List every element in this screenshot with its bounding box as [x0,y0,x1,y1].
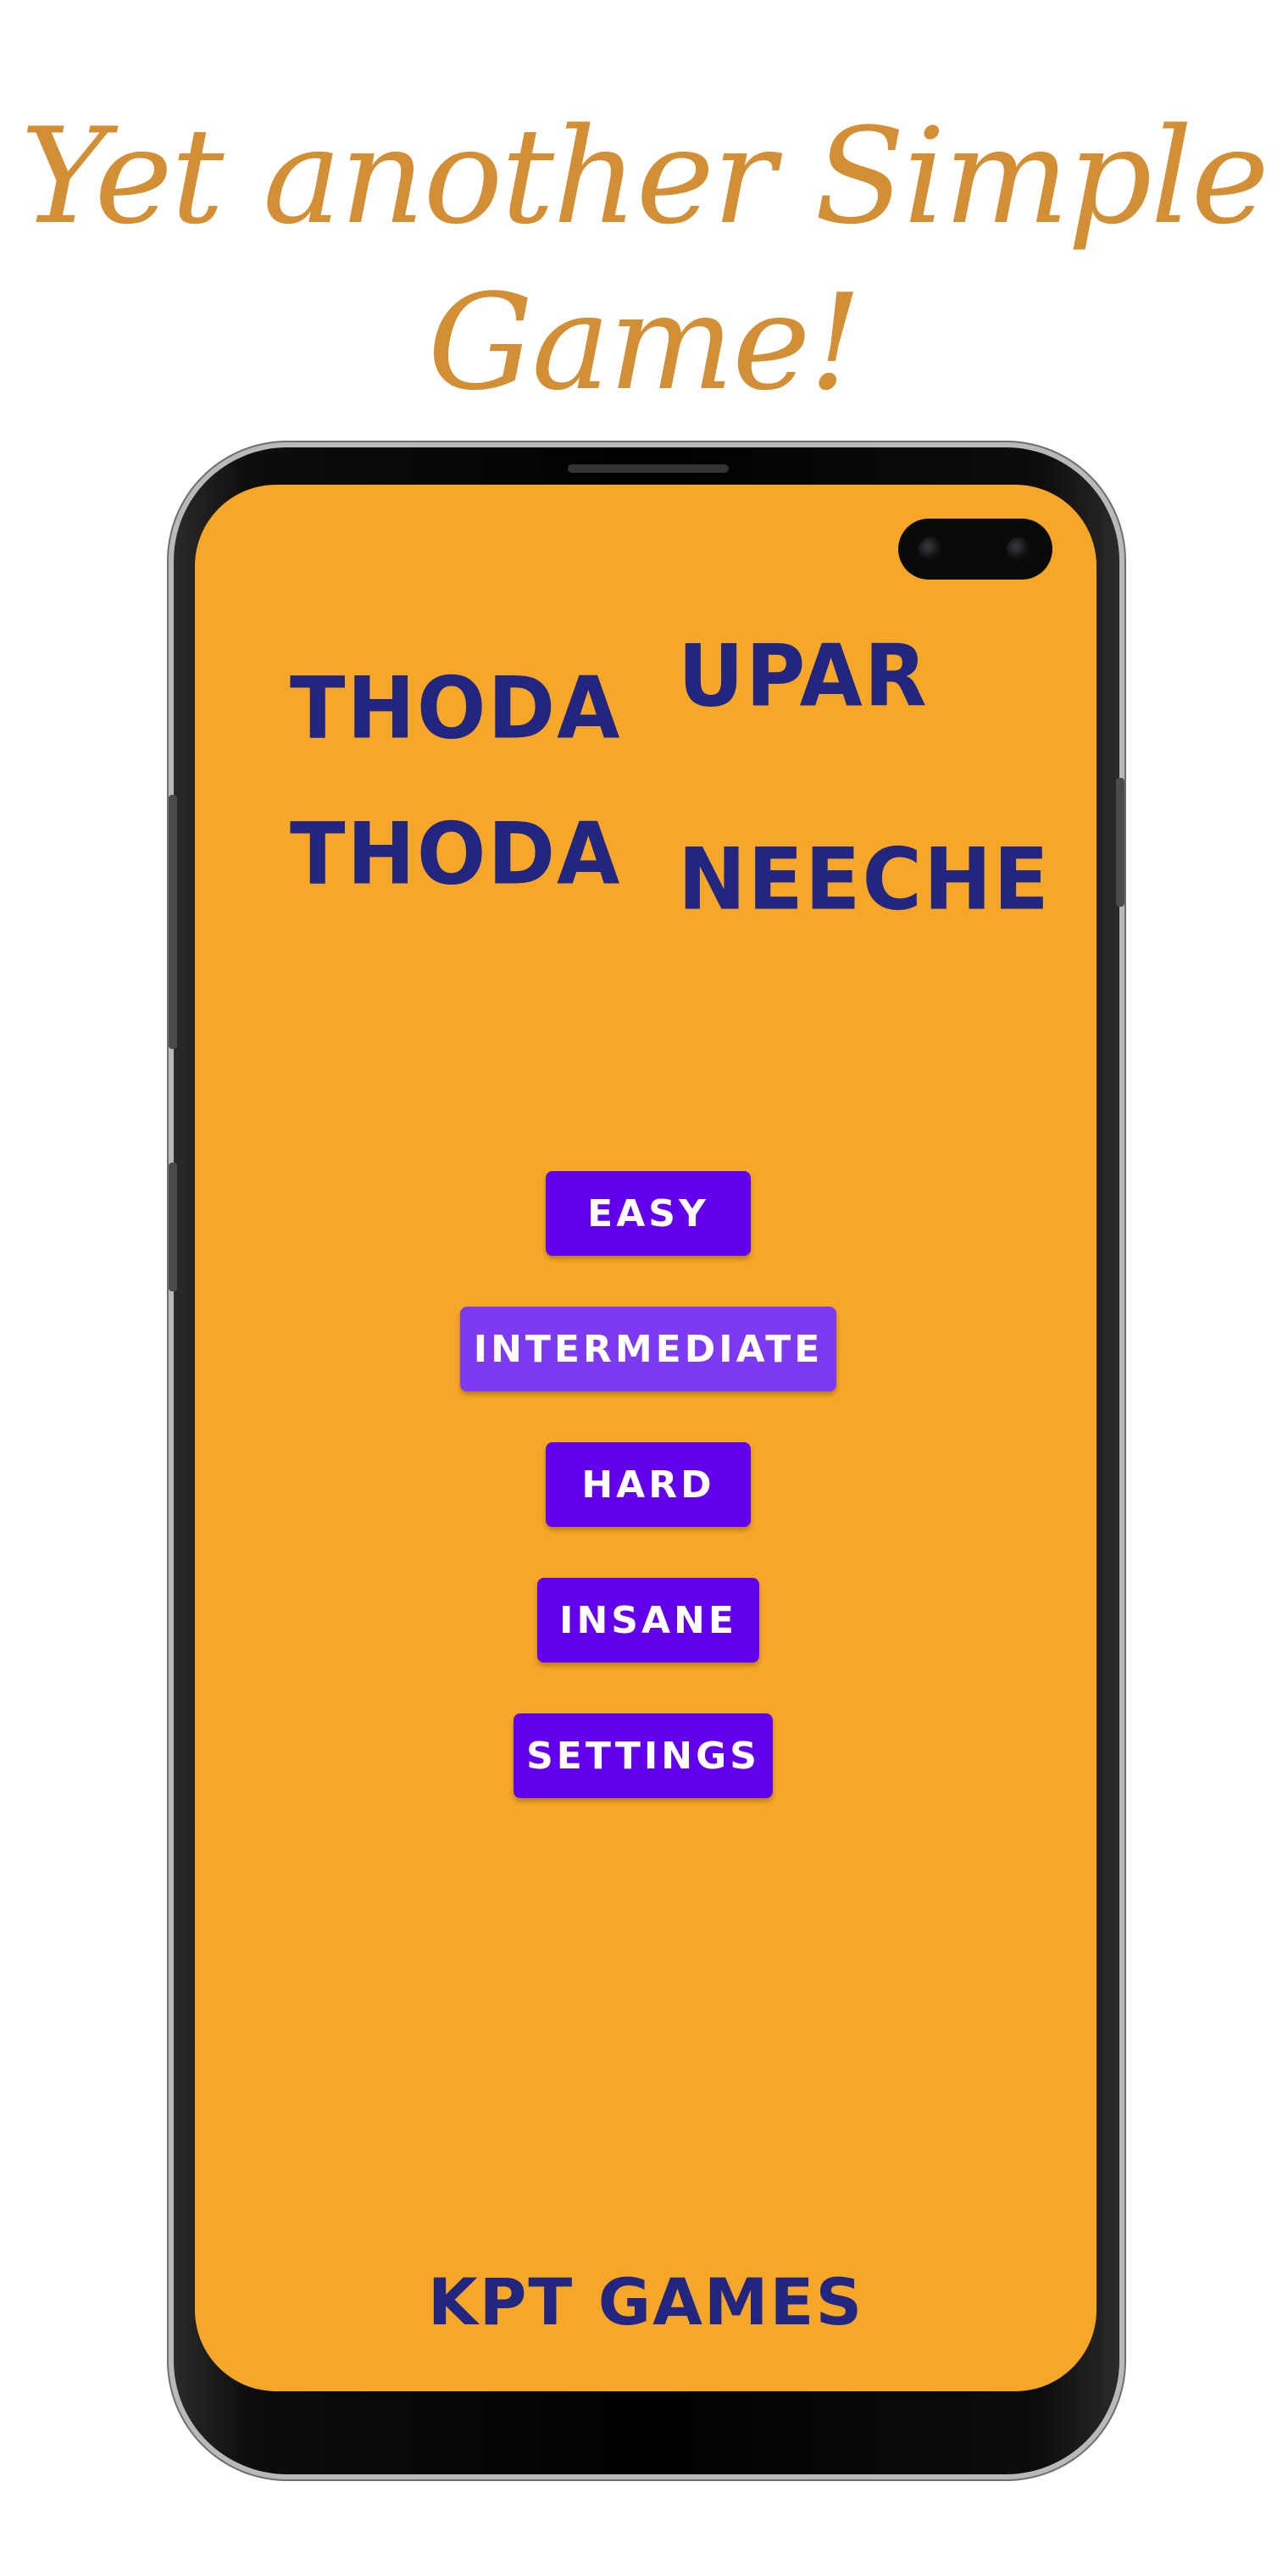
volume-button [169,1163,177,1291]
word-neeche: NEECHE [678,830,1051,930]
front-camera-cutout [898,519,1052,580]
settings-button[interactable]: SETTINGS [514,1713,773,1798]
insane-button[interactable]: INSANE [537,1578,759,1663]
promo-title: Yet another Simple Game! [0,93,1288,425]
promo-title-line1: Yet another Simple [20,99,1269,253]
word-thoda-top: THODA [290,658,622,758]
word-thoda-bottom: THODA [290,804,622,904]
bixby-button [1116,778,1124,907]
earpiece-speaker [568,464,729,473]
easy-button[interactable]: EASY [546,1171,751,1256]
word-upar: UPAR [678,626,929,726]
camera-lens-icon [1007,537,1030,561]
footer-brand: KPT GAMES [427,2264,864,2340]
hard-button[interactable]: HARD [546,1442,751,1527]
game-screen: THODA UPAR THODA NEECHE EASY INTERMEDIAT… [195,485,1096,2391]
camera-lens-icon [919,537,942,561]
promo-title-line2: Game! [427,265,863,419]
intermediate-button[interactable]: INTERMEDIATE [460,1307,836,1391]
power-button [169,795,177,1049]
